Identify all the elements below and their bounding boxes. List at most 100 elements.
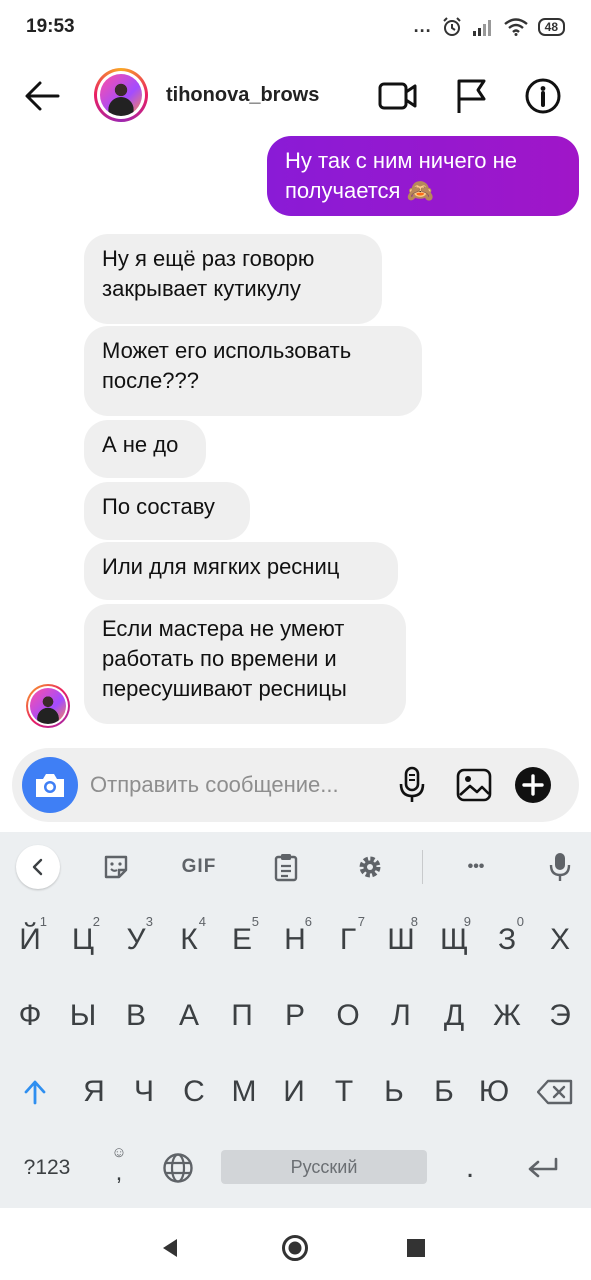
key[interactable]: Х bbox=[535, 910, 585, 970]
message-bubble-incoming[interactable]: Если мастера не умеют работать по времен… bbox=[84, 604, 406, 724]
gallery-button[interactable] bbox=[454, 765, 494, 805]
key[interactable]: С bbox=[169, 1062, 219, 1122]
chat-username[interactable]: tihonova_brows bbox=[166, 84, 319, 107]
key[interactable]: А bbox=[164, 986, 214, 1046]
settings-button[interactable] bbox=[352, 847, 388, 887]
clipboard-button[interactable] bbox=[268, 847, 304, 887]
info-button[interactable] bbox=[521, 74, 565, 118]
key[interactable]: М bbox=[219, 1062, 269, 1122]
key[interactable]: Ш8 bbox=[376, 910, 426, 970]
nav-recents-button[interactable] bbox=[398, 1230, 434, 1266]
backspace-key[interactable] bbox=[528, 1062, 582, 1122]
chat-header: tihonova_brows bbox=[0, 58, 591, 132]
key[interactable]: О bbox=[323, 986, 373, 1046]
space-key[interactable]: Русский bbox=[221, 1150, 427, 1184]
system-nav-bar bbox=[0, 1210, 591, 1280]
message-bubble-outgoing[interactable]: Ну так с ним ничего не получается 🙈 bbox=[267, 136, 579, 216]
message-composer bbox=[12, 748, 579, 822]
keyboard-menu-button[interactable] bbox=[16, 845, 60, 889]
clipboard-icon bbox=[274, 854, 298, 882]
more-options-button[interactable] bbox=[513, 765, 553, 805]
wifi-icon bbox=[503, 17, 528, 36]
key[interactable]: Р bbox=[270, 986, 320, 1046]
back-button[interactable] bbox=[20, 74, 64, 118]
back-triangle-icon bbox=[163, 1239, 177, 1257]
toolbar-divider bbox=[422, 850, 423, 884]
microphone-icon bbox=[399, 766, 425, 802]
period-key[interactable]: . bbox=[445, 1138, 495, 1198]
key[interactable]: Й1 bbox=[5, 910, 55, 970]
key[interactable]: Т bbox=[319, 1062, 369, 1122]
camera-icon bbox=[36, 774, 64, 797]
key[interactable]: Я bbox=[69, 1062, 119, 1122]
sticker-button[interactable] bbox=[98, 847, 134, 887]
message-bubble-incoming[interactable]: Ну я ещё раз говорю закрывает кутикулу bbox=[84, 234, 382, 324]
key[interactable]: Б bbox=[419, 1062, 469, 1122]
gif-button[interactable]: GIF bbox=[176, 847, 222, 887]
enter-icon bbox=[528, 1157, 558, 1178]
message-input[interactable] bbox=[90, 770, 390, 800]
soft-keyboard: GIF ••• Й1 Ц2 У3 К 4 Е 5 Н 6 Г 7 Ш 8 Щ 9… bbox=[0, 832, 591, 1208]
key[interactable]: Д bbox=[429, 986, 479, 1046]
nav-home-button[interactable] bbox=[277, 1230, 313, 1266]
backspace-icon bbox=[537, 1079, 573, 1105]
sender-avatar[interactable] bbox=[26, 684, 70, 728]
video-call-button[interactable] bbox=[376, 74, 420, 118]
message-bubble-incoming[interactable]: По составу bbox=[84, 482, 250, 540]
recents-square-icon bbox=[407, 1239, 425, 1257]
avatar-image bbox=[30, 688, 66, 724]
emoji-hint-icon: ☺ bbox=[111, 1144, 127, 1161]
numbers-key[interactable]: ?123 bbox=[16, 1138, 78, 1198]
home-circle-icon bbox=[282, 1235, 308, 1261]
message-bubble-incoming[interactable]: Может его использовать после??? bbox=[84, 326, 422, 416]
key[interactable]: К4 bbox=[164, 910, 214, 970]
key[interactable]: Ю bbox=[469, 1062, 519, 1122]
voice-input-button[interactable] bbox=[544, 847, 576, 887]
keyboard-toolbar: GIF ••• bbox=[0, 832, 591, 902]
key[interactable]: Н6 bbox=[270, 910, 320, 970]
comma-emoji-key[interactable]: ☺ , bbox=[94, 1138, 144, 1198]
status-icons: ... 48 bbox=[414, 16, 565, 37]
voice-message-button[interactable] bbox=[392, 765, 432, 805]
key[interactable]: П bbox=[217, 986, 267, 1046]
camera-button[interactable] bbox=[22, 757, 78, 813]
header-avatar[interactable] bbox=[94, 68, 148, 122]
language-key[interactable] bbox=[152, 1138, 204, 1198]
message-bubble-incoming[interactable]: Или для мягких ресниц bbox=[84, 542, 398, 600]
flag-icon bbox=[457, 79, 486, 113]
key[interactable]: Ж bbox=[482, 986, 532, 1046]
key[interactable]: И bbox=[269, 1062, 319, 1122]
key[interactable]: Щ9 bbox=[429, 910, 479, 970]
key[interactable]: Ч bbox=[119, 1062, 169, 1122]
enter-key[interactable] bbox=[515, 1138, 571, 1198]
message-bubble-incoming[interactable]: А не до bbox=[84, 420, 206, 478]
report-button[interactable] bbox=[449, 74, 493, 118]
key[interactable]: У3 bbox=[111, 910, 161, 970]
chevron-left-icon bbox=[32, 858, 43, 876]
key[interactable]: Е5 bbox=[217, 910, 267, 970]
microphone-icon bbox=[549, 853, 571, 881]
key-row-1: Й1 Ц2 У3 К4 Е5 Н6 Г7 Ш8 Щ9 З0 Х bbox=[0, 910, 591, 970]
alarm-icon bbox=[442, 16, 461, 36]
key[interactable]: В bbox=[111, 986, 161, 1046]
status-time: 19:53 bbox=[26, 16, 75, 37]
add-icon bbox=[515, 767, 551, 803]
key[interactable]: Ы bbox=[58, 986, 108, 1046]
shift-key[interactable] bbox=[10, 1062, 60, 1122]
key[interactable]: З0 bbox=[482, 910, 532, 970]
key[interactable]: Ц2 bbox=[58, 910, 108, 970]
key[interactable]: Г7 bbox=[323, 910, 373, 970]
video-call-icon bbox=[378, 82, 417, 110]
notification-dots: ... bbox=[413, 16, 432, 36]
more-tools-button[interactable]: ••• bbox=[456, 847, 496, 887]
key[interactable]: Ь bbox=[369, 1062, 419, 1122]
key[interactable]: Л bbox=[376, 986, 426, 1046]
key[interactable]: Ф bbox=[5, 986, 55, 1046]
settings-icon bbox=[359, 856, 381, 878]
nav-back-button[interactable] bbox=[152, 1230, 188, 1266]
status-bar: 19:53 ... 48 bbox=[0, 0, 591, 58]
key[interactable]: Э bbox=[535, 986, 585, 1046]
message-thread[interactable]: Ну так с ним ничего не получается 🙈 Ну я… bbox=[0, 132, 591, 742]
signal-icon bbox=[472, 19, 491, 36]
sticker-icon bbox=[104, 855, 128, 879]
